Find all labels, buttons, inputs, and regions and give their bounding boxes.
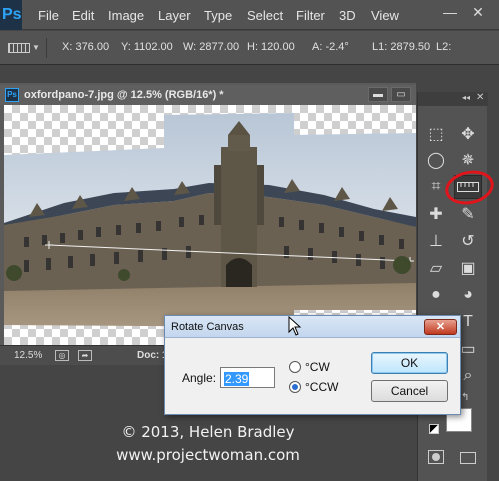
quick-mask-icon[interactable] — [428, 450, 444, 464]
menu-bar: Ps File Edit Image Layer Type Select Fil… — [0, 0, 499, 30]
brush-icon[interactable]: ✎ — [454, 202, 482, 226]
menu-3d[interactable]: 3D — [339, 8, 356, 23]
ok-button[interactable]: OK — [371, 352, 448, 374]
divider — [46, 38, 47, 58]
cw-label: °CW — [305, 360, 330, 374]
blur-icon[interactable]: ● — [422, 283, 450, 307]
dialog-title: Rotate Canvas — [171, 321, 244, 333]
menu-select[interactable]: Select — [247, 8, 283, 23]
doc-maximize-button[interactable]: ▭ — [391, 87, 411, 102]
document-size: Doc: 1 — [137, 350, 168, 361]
options-bar: ▼ X: 376.00 Y: 1102.00 W: 2877.00 H: 120… — [0, 31, 499, 65]
document-tab[interactable]: Ps oxfordpano-7.jpg @ 12.5% (RGB/16*) * … — [0, 85, 416, 105]
panel-close-icon[interactable]: ✕ — [476, 92, 484, 103]
ccw-label: °CCW — [305, 380, 339, 394]
menu-edit[interactable]: Edit — [72, 8, 94, 23]
dodge-icon[interactable]: ◕ — [454, 283, 482, 307]
website-text: www.projectwoman.com — [116, 446, 300, 464]
doc-minimize-button[interactable]: ▬ — [368, 87, 388, 102]
app-logo: Ps — [0, 0, 22, 30]
menu-image[interactable]: Image — [108, 8, 144, 23]
minimize-button[interactable]: — — [441, 4, 459, 22]
length1-readout: L1: 2879.50 — [372, 41, 431, 53]
copyright-text: © 2013, Helen Bradley — [121, 423, 295, 441]
zoom-level[interactable]: 12.5% — [14, 350, 42, 361]
dialog-close-button[interactable]: ✕ — [424, 319, 457, 335]
magic-wand-icon[interactable]: ✵ — [454, 148, 482, 172]
y-readout: Y: 1102.00 — [121, 41, 173, 53]
gate-arch — [226, 258, 252, 287]
dialog-titlebar[interactable]: Rotate Canvas ✕ — [165, 316, 460, 338]
menu-file[interactable]: File — [38, 8, 59, 23]
cw-radio[interactable] — [289, 361, 301, 373]
height-readout: H: 120.00 — [247, 41, 295, 53]
panorama-image — [4, 113, 416, 327]
menu-layer[interactable]: Layer — [158, 8, 191, 23]
angle-input[interactable]: 2.39 — [220, 367, 275, 388]
status-info-icon[interactable]: ◎ — [55, 350, 69, 361]
healing-brush-icon[interactable]: ✚ — [422, 202, 450, 226]
history-brush-icon[interactable]: ↺ — [454, 229, 482, 253]
screen-mode-icon[interactable] — [460, 452, 476, 464]
clone-stamp-icon[interactable]: ⊥ — [422, 229, 450, 253]
ps-document-icon: Ps — [5, 88, 19, 102]
document-title: oxfordpano-7.jpg @ 12.5% (RGB/16*) * — [24, 89, 224, 101]
ccw-radio[interactable] — [289, 381, 301, 393]
cancel-button[interactable]: Cancel — [371, 380, 448, 402]
gradient-icon[interactable]: ▣ — [454, 256, 482, 280]
length2-readout: L2: — [436, 41, 452, 53]
default-colors-icon[interactable] — [429, 424, 439, 434]
tools-panel-header[interactable]: ◂◂ ✕ — [418, 92, 488, 106]
tool-preset-arrow-icon[interactable]: ▼ — [32, 43, 40, 52]
menu-view[interactable]: View — [371, 8, 399, 23]
angle-readout: A: -2.4° — [312, 41, 349, 53]
lasso-icon[interactable]: ◯ — [422, 148, 450, 172]
share-icon[interactable]: ➦ — [78, 350, 92, 361]
menu-filter[interactable]: Filter — [296, 8, 325, 23]
mouse-cursor-icon — [288, 316, 302, 336]
width-readout: W: 2877.00 — [183, 41, 240, 53]
close-window-button[interactable]: ✕ — [469, 4, 487, 22]
eraser-icon[interactable]: ▱ — [422, 256, 450, 280]
marquee-icon[interactable]: ⬚ — [422, 122, 450, 146]
rotate-canvas-dialog: Rotate Canvas ✕ Angle: 2.39 °CW °CCW OK … — [164, 315, 461, 415]
menu-type[interactable]: Type — [204, 8, 232, 23]
swap-colors-icon[interactable]: ↰ — [461, 392, 469, 403]
angle-label: Angle: — [182, 371, 217, 385]
move-icon[interactable]: ✥ — [454, 122, 482, 146]
canvas[interactable] — [4, 105, 416, 345]
collapse-icon[interactable]: ◂◂ — [462, 93, 470, 102]
angle-value: 2.39 — [224, 372, 250, 386]
x-readout: X: 376.00 — [62, 41, 110, 53]
ruler-icon[interactable] — [8, 43, 30, 53]
